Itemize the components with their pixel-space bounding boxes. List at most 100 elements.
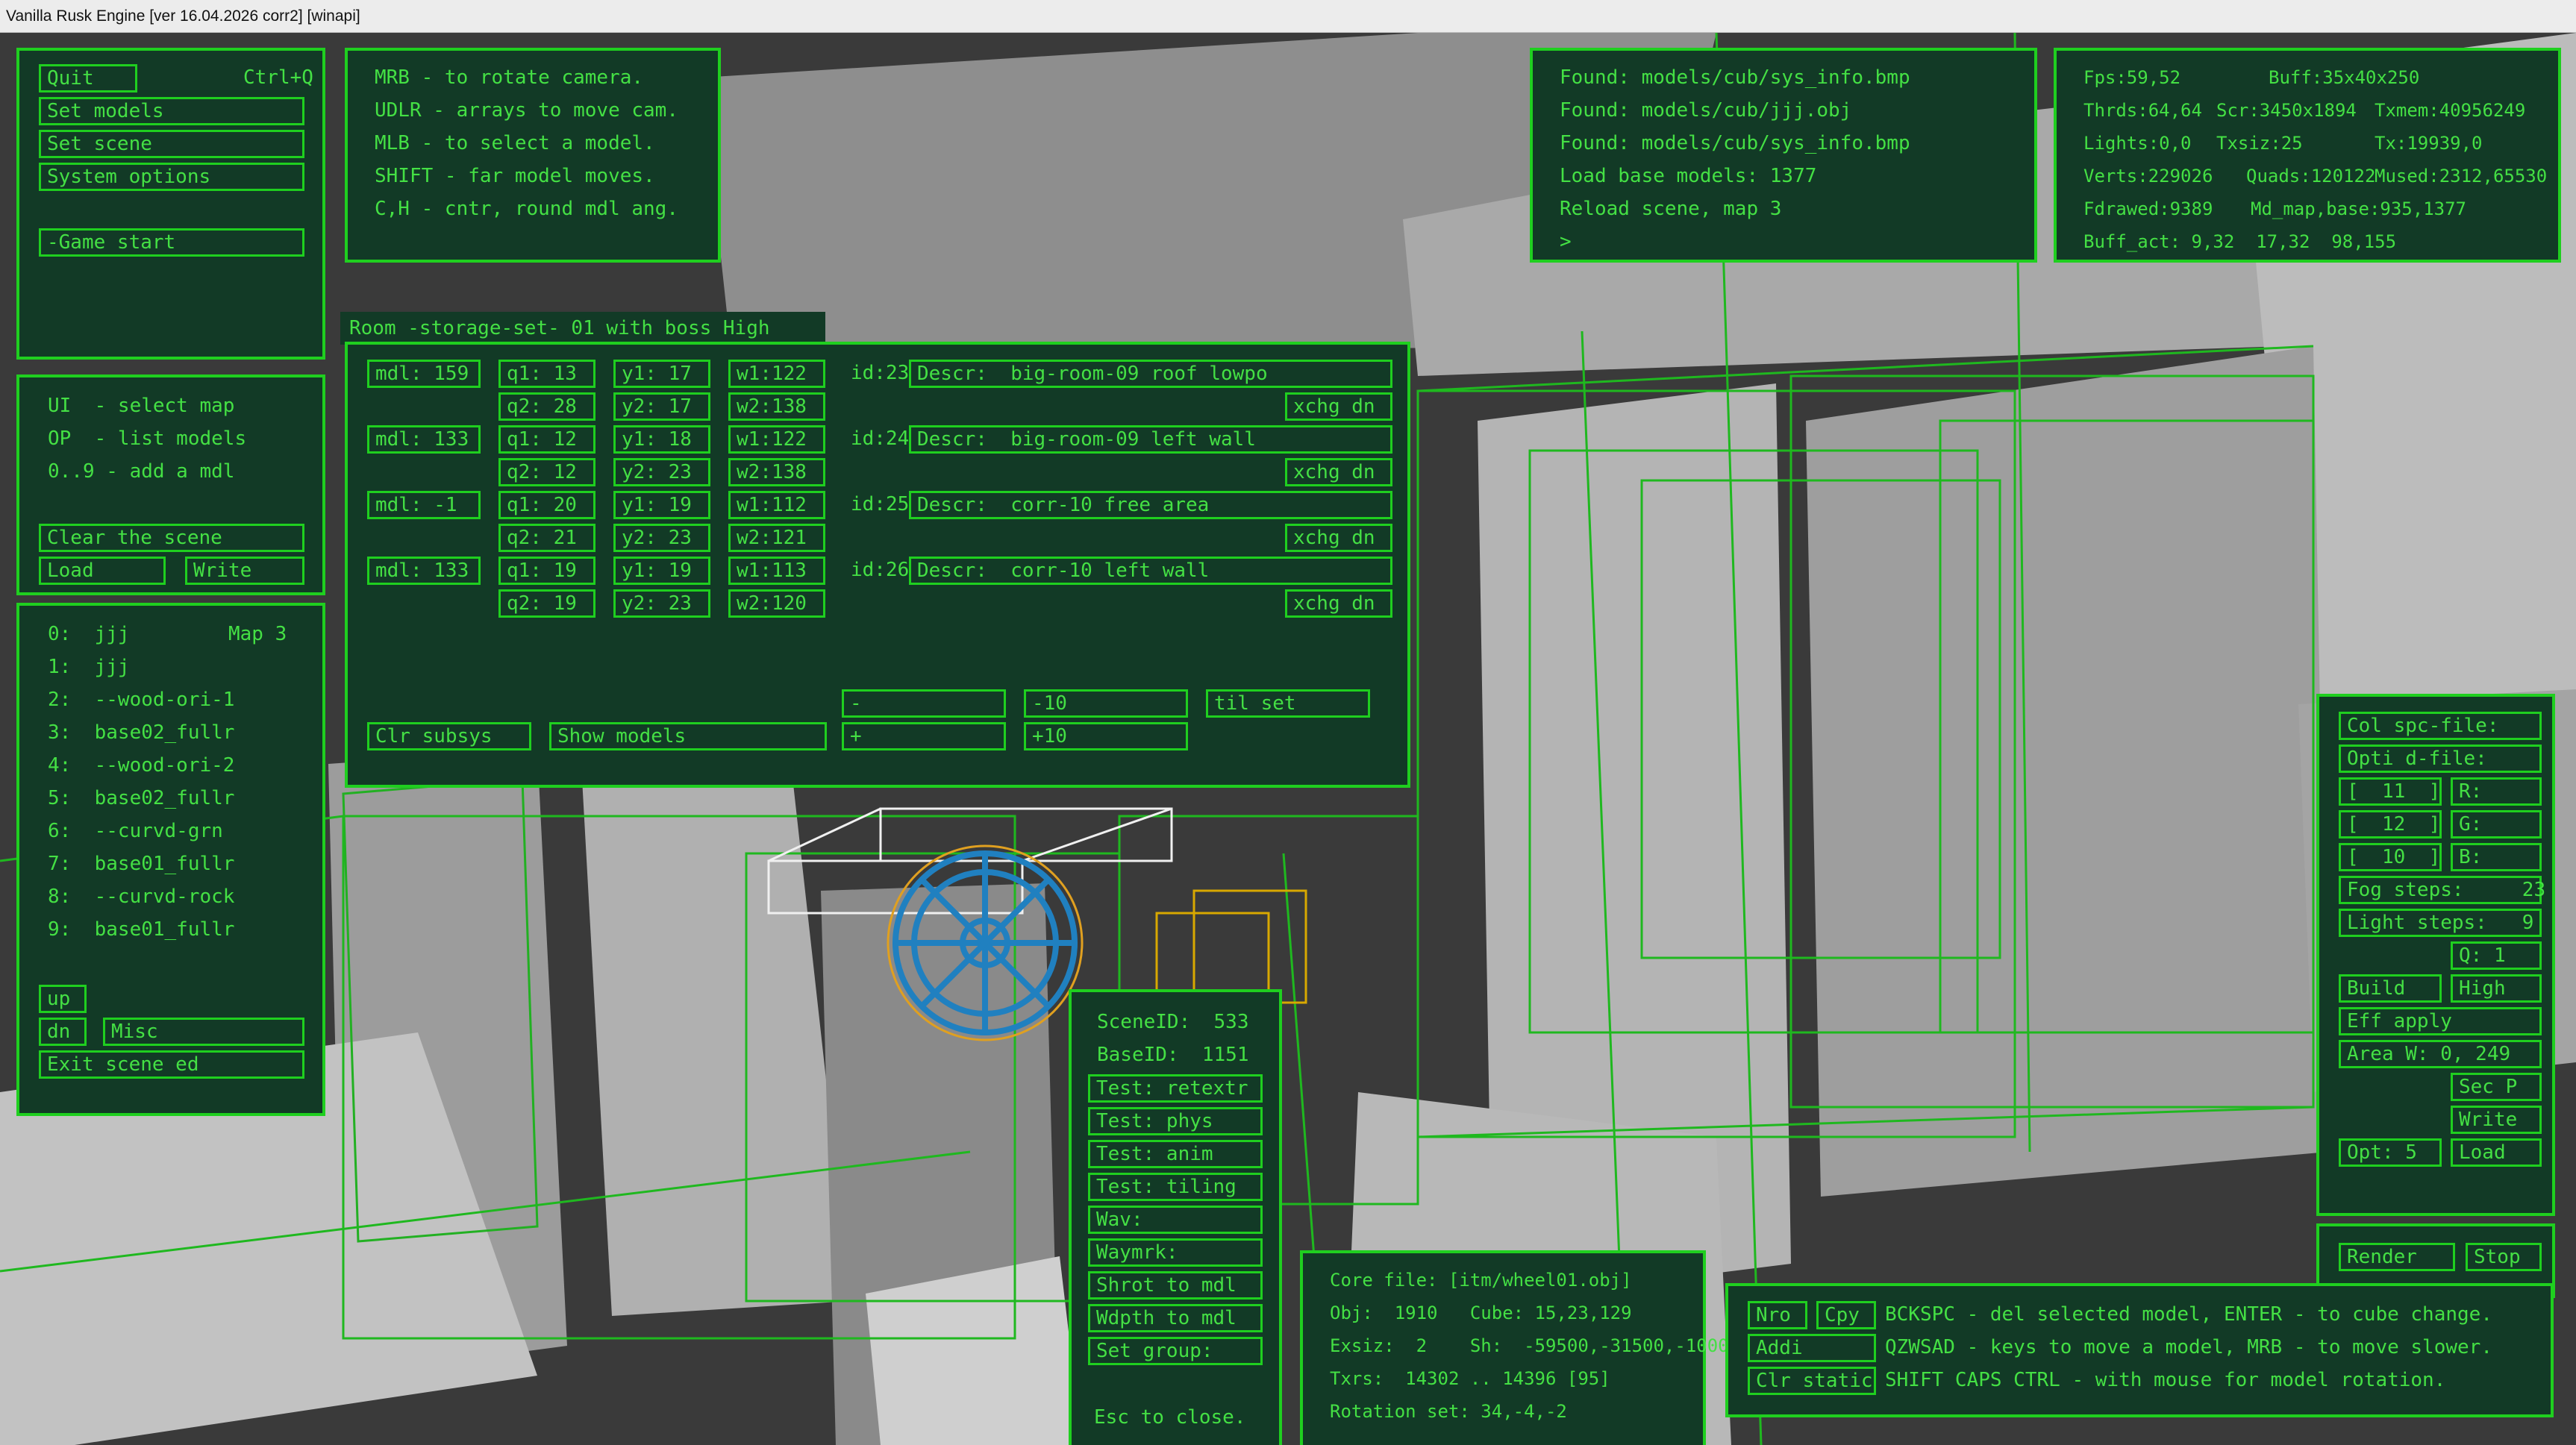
build-button[interactable]: Build [2339,974,2442,1003]
q2-field[interactable]: q2: 12 [498,458,595,486]
shrot-to-mdl-button[interactable]: Shrot to mdl [1088,1271,1263,1300]
q1-field[interactable]: q1: 19 [498,557,595,585]
system-options-button[interactable]: System options [39,163,304,191]
b-field[interactable]: B: [2451,843,2542,871]
b-value-field[interactable]: [ 10 ] [2339,843,2442,871]
test-phys-button[interactable]: Test: phys [1088,1107,1263,1135]
nro-button[interactable]: Nro [1748,1301,1807,1329]
r-field[interactable]: R: [2451,777,2542,806]
wav-field[interactable]: Wav: [1088,1206,1263,1234]
exit-scene-editor-button[interactable]: Exit scene ed [39,1050,304,1079]
write-button[interactable]: Write [2451,1106,2542,1134]
w1-field[interactable]: w1:113 [728,557,825,585]
show-models-button[interactable]: Show models [549,722,827,750]
q1-field[interactable]: q1: 20 [498,491,595,519]
descr-field[interactable]: Descr: big-room-09 roof lowpo [909,360,1392,388]
q2-field[interactable]: q2: 21 [498,524,595,552]
fog-steps-field[interactable]: Fog steps: 23 [2339,876,2545,904]
quit-button[interactable]: Quit [39,64,137,93]
mdl-field[interactable]: mdl: 133 [367,557,481,585]
eff-apply-button[interactable]: Eff apply [2339,1007,2542,1035]
y1-field[interactable]: y1: 17 [613,360,710,388]
area-w-field[interactable]: Area W: 0, 249 [2339,1040,2542,1068]
set-scene-button[interactable]: Set scene [39,130,304,158]
list-item[interactable]: 9: base01_fullr [48,918,234,941]
descr-field[interactable]: Descr: corr-10 left wall [909,557,1392,585]
render-button[interactable]: Render [2339,1243,2455,1271]
w1-field[interactable]: w1:122 [728,360,825,388]
set-group-field[interactable]: Set group: [1088,1337,1263,1365]
g-field[interactable]: G: [2451,810,2542,839]
light-steps-field[interactable]: Light steps: 9 [2339,909,2542,937]
scroll-down-button[interactable]: dn [39,1018,87,1046]
opt-field[interactable]: Opt: 5 [2339,1138,2442,1167]
q2-field[interactable]: q2: 28 [498,392,595,421]
y2-field[interactable]: y2: 23 [613,524,710,552]
g-value-field[interactable]: [ 12 ] [2339,810,2442,839]
set-models-button[interactable]: Set models [39,97,304,125]
clr-static-button[interactable]: Clr static [1748,1367,1876,1395]
y1-field[interactable]: y1: 19 [613,491,710,519]
list-item[interactable]: 8: --curvd-rock [48,885,234,909]
q1-field[interactable]: q1: 12 [498,425,595,454]
q1-field[interactable]: q1: 13 [498,360,595,388]
test-tiling-button[interactable]: Test: tiling [1088,1173,1263,1201]
list-item[interactable]: 6: --curvd-grn [48,819,223,843]
load-button[interactable]: Load [39,557,166,585]
w1-field[interactable]: w1:122 [728,425,825,454]
w2-field[interactable]: w2:138 [728,458,825,486]
descr-field[interactable]: Descr: corr-10 free area [909,491,1392,519]
descr-field[interactable]: Descr: big-room-09 left wall [909,425,1392,454]
xchg-dn-button[interactable]: xchg dn [1285,392,1392,421]
scroll-up-button[interactable]: up [39,985,87,1013]
w2-field[interactable]: w2:120 [728,589,825,618]
plus-button[interactable]: + [842,722,1006,750]
w2-field[interactable]: w2:121 [728,524,825,552]
cpy-button[interactable]: Cpy [1816,1301,1876,1329]
list-item[interactable]: 0: jjj [48,622,130,646]
test-anim-button[interactable]: Test: anim [1088,1140,1263,1168]
q-field[interactable]: Q: 1 [2451,941,2542,970]
sec-p-button[interactable]: Sec P [2451,1073,2542,1101]
xchg-dn-button[interactable]: xchg dn [1285,589,1392,618]
wdpth-to-mdl-button[interactable]: Wdpth to mdl [1088,1304,1263,1332]
waymrk-field[interactable]: Waymrk: [1088,1238,1263,1267]
opti-d-file-field[interactable]: Opti d-file: [2339,745,2542,773]
minus-button[interactable]: - [842,689,1006,718]
xchg-dn-button[interactable]: xchg dn [1285,524,1392,552]
write-button[interactable]: Write [185,557,304,585]
list-item[interactable]: 1: jjj [48,655,130,679]
mdl-field[interactable]: mdl: -1 [367,491,481,519]
q2-field[interactable]: q2: 19 [498,589,595,618]
y1-field[interactable]: y1: 19 [613,557,710,585]
test-retextr-button[interactable]: Test: retextr [1088,1074,1263,1103]
load-button[interactable]: Load [2451,1138,2542,1167]
col-spc-file-field[interactable]: Col spc-file: [2339,712,2542,740]
y2-field[interactable]: y2: 23 [613,458,710,486]
r-value-field[interactable]: [ 11 ] [2339,777,2442,806]
clr-subsys-button[interactable]: Clr subsys [367,722,531,750]
y2-field[interactable]: y2: 23 [613,589,710,618]
y2-field[interactable]: y2: 17 [613,392,710,421]
game-start-button[interactable]: -Game start [39,228,304,257]
y1-field[interactable]: y1: 18 [613,425,710,454]
list-item[interactable]: 4: --wood-ori-2 [48,753,234,777]
xchg-dn-button[interactable]: xchg dn [1285,458,1392,486]
list-item[interactable]: 5: base02_fullr [48,786,234,810]
misc-button[interactable]: Misc [103,1018,304,1046]
list-item[interactable]: 7: base01_fullr [48,852,234,876]
list-item[interactable]: 3: base02_fullr [48,721,234,745]
minus-10-button[interactable]: -10 [1024,689,1188,718]
3d-viewport[interactable]: Quit Ctrl+Q Set models Set scene System … [0,33,2576,1445]
clear-scene-button[interactable]: Clear the scene [39,524,304,552]
addi-button[interactable]: Addi [1748,1334,1876,1362]
mdl-field[interactable]: mdl: 159 [367,360,481,388]
mdl-field[interactable]: mdl: 133 [367,425,481,454]
w1-field[interactable]: w1:112 [728,491,825,519]
plus-10-button[interactable]: +10 [1024,722,1188,750]
high-button[interactable]: High [2451,974,2542,1003]
stop-button[interactable]: Stop [2466,1243,2542,1271]
list-item[interactable]: 2: --wood-ori-1 [48,688,234,712]
w2-field[interactable]: w2:138 [728,392,825,421]
til-set-button[interactable]: til set [1206,689,1370,718]
